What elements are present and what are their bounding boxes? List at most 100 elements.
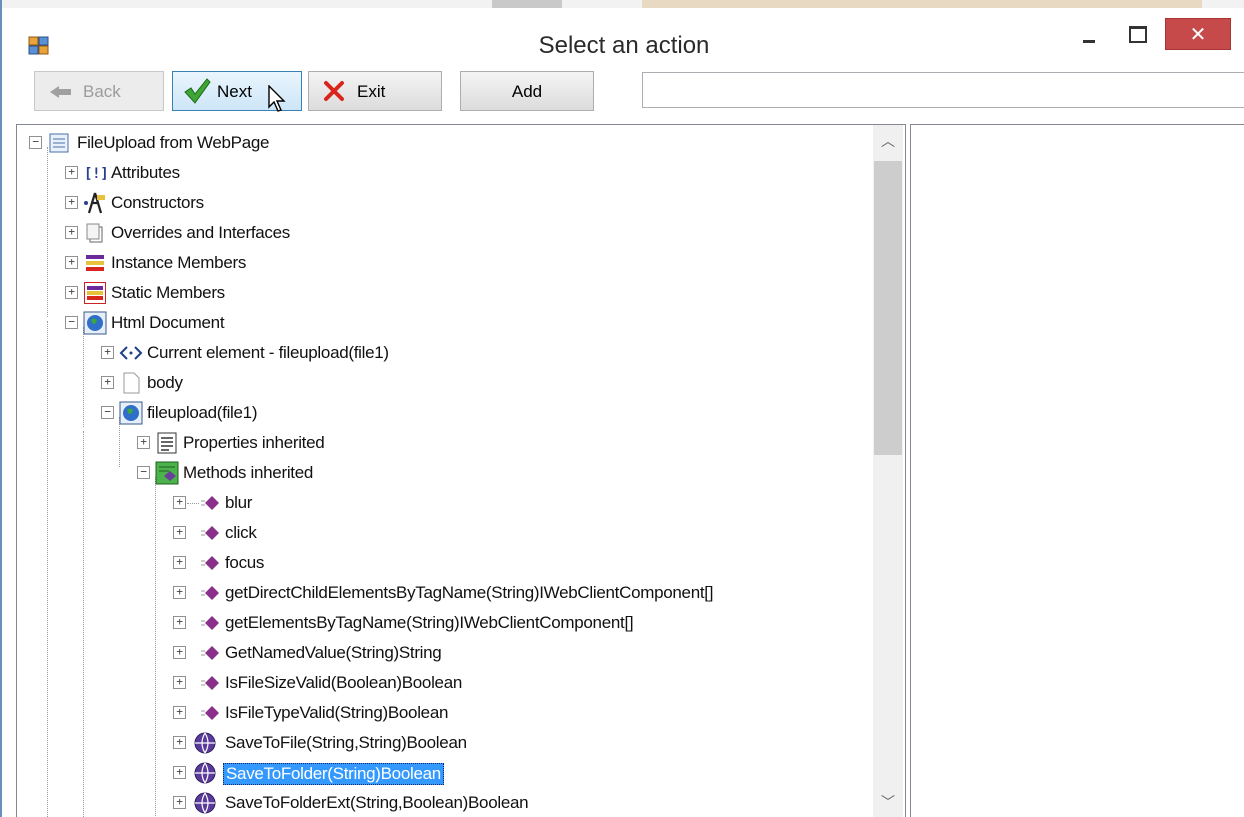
tree-guide — [155, 477, 156, 817]
method-label: SaveToFolder(String)Boolean — [223, 763, 444, 785]
attributes-icon: [!] — [84, 166, 107, 182]
web-method-icon — [194, 732, 216, 754]
expand-toggle[interactable]: + — [65, 286, 78, 299]
checkmark-icon — [184, 78, 211, 104]
method-label: SaveToFile(String,String)Boolean — [225, 733, 467, 752]
tree-item-label: body — [147, 373, 183, 392]
title-bar: Select an action ✕ — [2, 8, 1244, 64]
toolbar: Back Next Exit Add — [16, 71, 1244, 115]
expand-toggle[interactable]: + — [173, 616, 186, 629]
details-panel — [910, 124, 1244, 817]
add-button[interactable]: Add — [460, 71, 594, 111]
method-icon — [201, 646, 219, 660]
expand-toggle[interactable]: + — [173, 586, 186, 599]
scrollbar-thumb[interactable] — [874, 161, 902, 455]
expand-toggle[interactable]: + — [173, 646, 186, 659]
minimize-button[interactable] — [1066, 18, 1112, 50]
tag-icon — [119, 346, 143, 360]
add-label: Add — [511, 82, 543, 101]
member-tree[interactable]: − FileUpload from WebPage + [!] Attribut… — [16, 124, 906, 817]
properties-icon — [157, 432, 177, 454]
vertical-scrollbar[interactable]: ︿ ﹀ — [873, 125, 903, 817]
tree-item-label: Constructors — [111, 193, 204, 212]
expand-toggle[interactable]: + — [173, 736, 186, 749]
back-label: Back — [83, 82, 121, 101]
collapse-toggle[interactable]: − — [101, 406, 114, 419]
method-label: IsFileSizeValid(Boolean)Boolean — [225, 673, 463, 692]
tree-item-label: Instance Members — [111, 253, 247, 272]
method-label: getDirectChildElementsByTagName(String)I… — [225, 583, 714, 602]
background-strip — [2, 0, 1244, 8]
constructors-icon — [84, 192, 105, 214]
method-label: IsFileTypeValid(String)Boolean — [225, 703, 449, 722]
instance-members-icon — [86, 255, 104, 271]
svg-text:[!]: [!] — [84, 166, 107, 182]
blank-document-icon — [123, 372, 140, 394]
collapse-toggle[interactable]: − — [29, 136, 42, 149]
method-label: GetNamedValue(String)String — [225, 643, 442, 662]
expand-toggle[interactable]: + — [173, 676, 186, 689]
expand-toggle[interactable]: + — [173, 796, 186, 809]
expand-toggle[interactable]: + — [101, 376, 114, 389]
globe-document-icon — [83, 311, 107, 335]
action-filter-input[interactable] — [642, 72, 1244, 108]
tree-guide — [47, 147, 48, 317]
overrides-icon — [86, 223, 103, 243]
method-icon — [201, 676, 219, 690]
expand-toggle[interactable]: + — [65, 256, 78, 269]
tree-item-label: fileupload(file1) — [147, 403, 258, 422]
method-label: click — [225, 523, 257, 542]
method-label: blur — [225, 493, 253, 512]
tree-item-label: Properties inherited — [183, 433, 325, 452]
expand-toggle[interactable]: + — [173, 766, 186, 779]
close-icon: ✕ — [1189, 24, 1207, 46]
web-method-icon — [194, 792, 216, 814]
tree-guide — [83, 327, 84, 427]
tree-guide — [47, 321, 48, 817]
method-icon — [201, 556, 219, 570]
expand-toggle[interactable]: + — [65, 166, 78, 179]
method-icon — [201, 586, 219, 600]
collapse-toggle[interactable]: − — [65, 316, 78, 329]
class-icon — [49, 133, 69, 153]
close-button[interactable]: ✕ — [1165, 18, 1231, 50]
mouse-cursor-icon — [268, 85, 286, 112]
expand-toggle[interactable]: + — [173, 556, 186, 569]
expand-toggle[interactable]: + — [137, 436, 150, 449]
method-icon — [201, 616, 219, 630]
method-icon — [201, 496, 219, 510]
scroll-down-icon[interactable]: ﹀ — [873, 795, 903, 817]
expand-toggle[interactable]: + — [65, 196, 78, 209]
expand-toggle[interactable]: + — [173, 706, 186, 719]
expand-toggle[interactable]: + — [173, 526, 186, 539]
methods-icon — [155, 461, 179, 485]
collapse-toggle[interactable]: − — [137, 466, 150, 479]
back-arrow-icon — [50, 86, 71, 98]
scroll-up-icon[interactable]: ︿ — [873, 125, 903, 155]
method-icon — [201, 706, 219, 720]
method-label: SaveToFolderExt(String,Boolean)Boolean — [225, 793, 529, 812]
tree-item-label: Static Members — [111, 283, 225, 302]
method-label: focus — [225, 553, 265, 572]
web-method-icon — [194, 762, 216, 784]
action-dialog: Select an action ✕ Back Next Exit Add − … — [0, 0, 1244, 817]
exit-label: Exit — [357, 82, 386, 101]
next-label: Next — [217, 82, 252, 101]
window-title: Select an action — [538, 32, 710, 59]
expand-toggle[interactable]: + — [65, 226, 78, 239]
tree-item-label: Current element - fileupload(file1) — [147, 343, 389, 362]
tree-item-label: Overrides and Interfaces — [111, 223, 290, 242]
back-button[interactable]: Back — [34, 71, 164, 111]
static-members-icon — [84, 282, 106, 304]
exit-x-icon — [324, 81, 344, 101]
method-icon — [201, 526, 219, 540]
globe-element-icon — [119, 401, 143, 425]
tree-item-label: Methods inherited — [183, 463, 314, 482]
maximize-button[interactable] — [1114, 18, 1160, 50]
tree-item-label: Attributes — [111, 163, 180, 182]
method-label: getElementsByTagName(String)IWebClientCo… — [225, 613, 634, 632]
expand-toggle[interactable]: + — [101, 346, 114, 359]
tree-root-label: FileUpload from WebPage — [77, 133, 270, 152]
exit-button[interactable]: Exit — [308, 71, 442, 111]
expand-toggle[interactable]: + — [173, 496, 186, 509]
